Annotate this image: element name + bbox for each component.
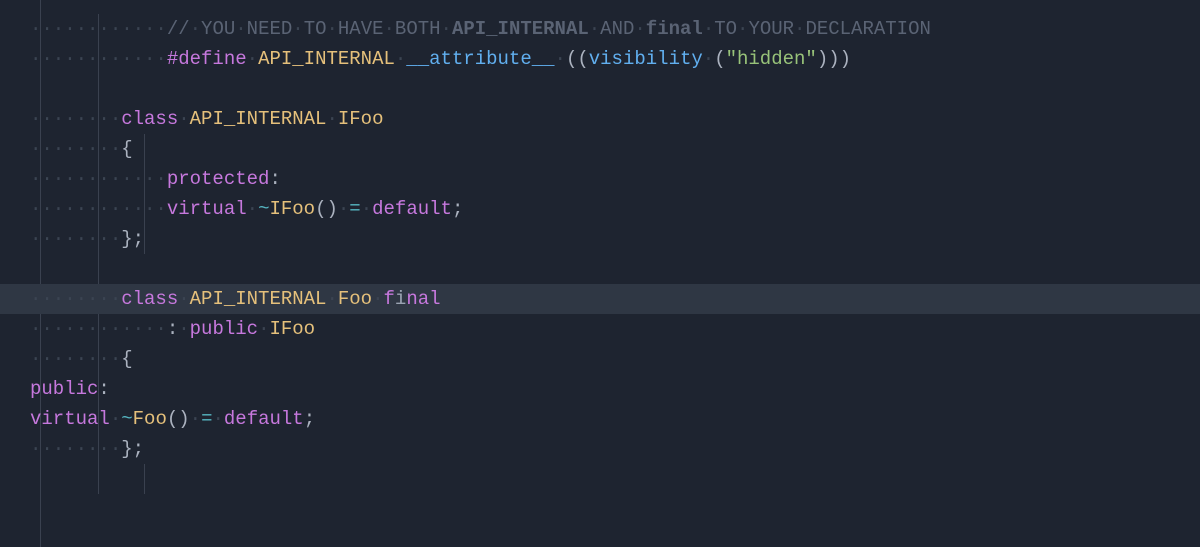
whitespace: ············ (30, 18, 167, 40)
code-editor[interactable]: ············//·YOU·NEED·TO·HAVE·BOTH·API… (0, 0, 1200, 547)
base-type: IFoo (269, 318, 315, 340)
macro: API_INTERNAL (190, 108, 327, 130)
code-line[interactable]: ············:·public·IFoo (0, 314, 1200, 344)
code-line[interactable]: ········{ (0, 134, 1200, 164)
keyword: virtual (167, 198, 247, 220)
macro: API_INTERNAL (258, 48, 395, 70)
paren: (( (566, 48, 589, 70)
text-cursor: i (395, 288, 406, 310)
attribute: __attribute__ (406, 48, 554, 70)
keyword: virtual (30, 408, 110, 430)
string: "hidden" (726, 48, 817, 70)
brace-open: { (121, 138, 132, 160)
code-line[interactable]: ········}; (0, 434, 1200, 464)
operator: ~ (121, 408, 132, 430)
code-line[interactable]: public: (0, 374, 1200, 404)
code-line[interactable]: ········{ (0, 344, 1200, 374)
code-line[interactable]: ············//·YOU·NEED·TO·HAVE·BOTH·API… (0, 14, 1200, 44)
macro: API_INTERNAL (190, 288, 327, 310)
operator: ~ (258, 198, 269, 220)
code-line-blank[interactable] (0, 254, 1200, 284)
indent-guide (144, 464, 145, 494)
comment: //·YOU·NEED·TO·HAVE·BOTH·API_INTERNAL·AN… (167, 18, 931, 40)
attribute-arg: visibility (589, 48, 703, 70)
code-line[interactable]: ············protected: (0, 164, 1200, 194)
brace-open: { (121, 348, 132, 370)
access-specifier: protected (167, 168, 270, 190)
keyword: class (121, 108, 178, 130)
code-line[interactable]: ········class·API_INTERNAL·IFoo (0, 104, 1200, 134)
keyword: public (190, 318, 258, 340)
brace-close: }; (121, 438, 144, 460)
brace-close: }; (121, 228, 144, 250)
code-line-active[interactable]: ········class·API_INTERNAL·Foo·final (0, 284, 1200, 314)
type-name: Foo (338, 288, 372, 310)
code-line[interactable]: virtual·~Foo()·=·default; (0, 404, 1200, 434)
destructor: IFoo (269, 198, 315, 220)
code-line-blank[interactable] (0, 74, 1200, 104)
directive: #define (167, 48, 247, 70)
whitespace: ············ (30, 48, 167, 70)
code-line[interactable]: ········}; (0, 224, 1200, 254)
destructor: Foo (133, 408, 167, 430)
type-name: IFoo (338, 108, 384, 130)
access-specifier: public (30, 378, 98, 400)
code-line[interactable]: ············virtual·~IFoo()·=·default; (0, 194, 1200, 224)
code-line[interactable]: ············#define·API_INTERNAL·__attri… (0, 44, 1200, 74)
keyword-final: final (384, 288, 441, 310)
keyword: class (121, 288, 178, 310)
